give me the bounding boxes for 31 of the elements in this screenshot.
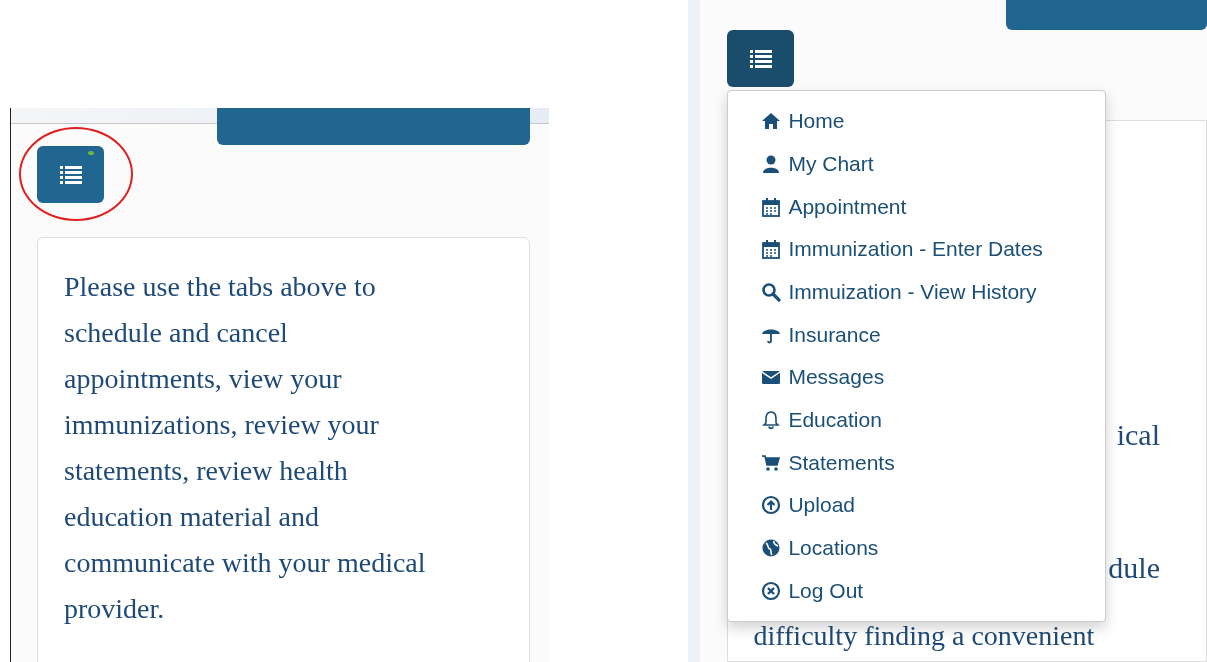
menu-item[interactable]: Immunization - Enter Dates xyxy=(728,228,1106,271)
menu-item[interactable]: Upload xyxy=(728,484,1106,527)
menu-item-icon xyxy=(761,410,782,431)
menu-icon xyxy=(749,49,772,68)
menu-item-icon xyxy=(761,196,782,217)
menu-item-icon xyxy=(761,111,782,132)
menu-item[interactable]: My Chart xyxy=(728,142,1106,186)
menu-item[interactable]: Log Out xyxy=(728,569,1106,613)
menu-icon xyxy=(59,165,82,184)
menu-button[interactable] xyxy=(37,146,104,203)
menu-item[interactable]: Appointment xyxy=(728,185,1106,228)
menu-item[interactable]: Home xyxy=(728,100,1106,143)
menu-item[interactable]: Education xyxy=(728,398,1106,442)
menu-item[interactable]: Statements xyxy=(728,441,1106,485)
menu-item-icon xyxy=(761,452,782,473)
menu-item[interactable]: Locations xyxy=(728,526,1106,570)
menu-item[interactable]: Immuization - View History xyxy=(728,270,1106,314)
menu-button[interactable] xyxy=(727,30,795,87)
menu-item-icon xyxy=(761,495,782,516)
menu-item-icon xyxy=(761,154,782,174)
menu-item-icon xyxy=(761,282,782,302)
body-text: ical xyxy=(1116,417,1160,453)
menu-item-icon xyxy=(761,538,782,559)
body-text: dule xyxy=(1108,550,1160,586)
indicator-dot xyxy=(88,151,94,155)
intro-text: Please use the tabs above to schedule and cancel appointments, view your immunizations, review your statements, review health education material and communicate with your medical provider. xyxy=(64,270,427,626)
menu-item-icon xyxy=(761,580,782,601)
menu-item[interactable]: Messages xyxy=(728,356,1106,399)
menu-item[interactable]: Insurance xyxy=(728,313,1106,357)
menu-item-icon xyxy=(761,239,782,260)
body-text: difficulty finding a convenient xyxy=(753,619,1095,653)
